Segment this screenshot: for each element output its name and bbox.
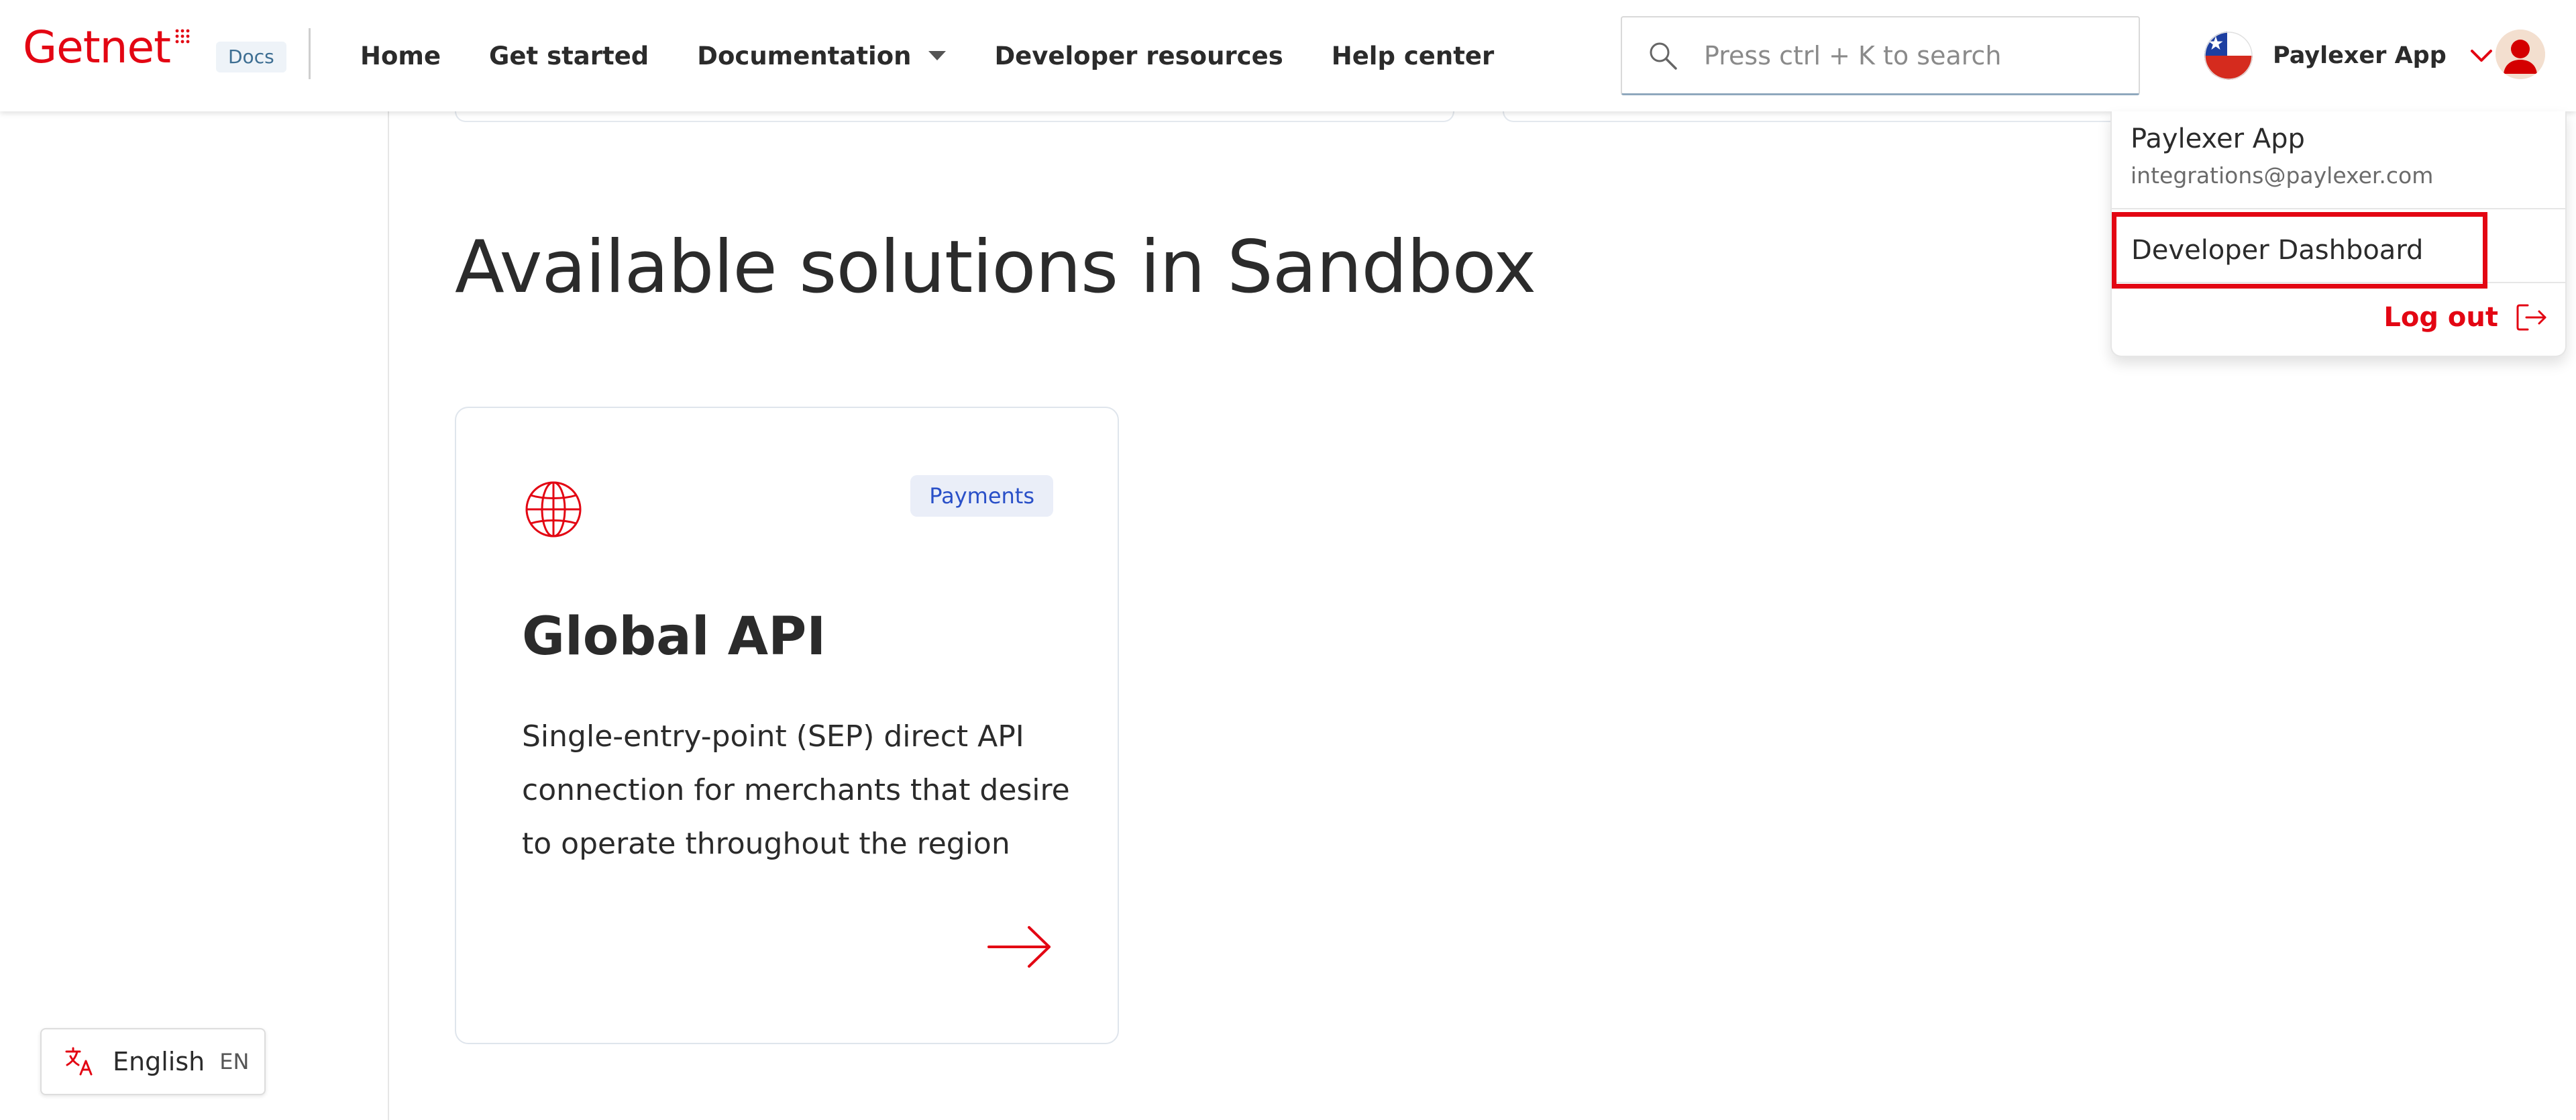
header-divider (309, 28, 311, 79)
solution-card-global-api[interactable]: Payments Global API Single-entry-point (… (455, 407, 1119, 1044)
main-nav: Home Get started Documentation Developer… (360, 0, 1542, 111)
section-title: Available solutions in Sandbox (455, 225, 1536, 309)
language-name: English (113, 1047, 205, 1076)
logo-text: Getnet (23, 21, 171, 73)
nav-documentation[interactable]: Documentation (697, 41, 947, 70)
nav-documentation-label: Documentation (697, 41, 912, 70)
logo-dots-icon (175, 29, 190, 44)
chevron-down-icon (2470, 50, 2492, 62)
language-selector[interactable]: English EN (40, 1028, 266, 1095)
getnet-logo[interactable]: Getnet (23, 26, 191, 70)
dropdown-account-email: integrations@paylexer.com (2131, 162, 2434, 189)
nav-help-center[interactable]: Help center (1332, 42, 1495, 70)
account-switcher[interactable]: Paylexer App (2204, 30, 2493, 82)
docs-badge: Docs (216, 42, 286, 72)
search-placeholder: Press ctrl + K to search (1704, 40, 2002, 70)
language-code: EN (219, 1049, 250, 1074)
search-icon (1650, 42, 1677, 70)
arrow-right-icon[interactable] (986, 923, 1053, 970)
logout-icon (2516, 304, 2546, 331)
user-avatar-icon[interactable] (2496, 30, 2545, 79)
search-input[interactable]: Press ctrl + K to search (1621, 16, 2140, 95)
card-title: Global API (522, 607, 826, 667)
logout-label: Log out (2383, 302, 2498, 333)
card-description: Single-entry-point (SEP) direct API conn… (522, 719, 1070, 861)
translate-icon (65, 1047, 93, 1076)
top-header: Getnet Docs Home Get started Documentati… (0, 0, 2576, 111)
dropdown-account-name: Paylexer App (2131, 123, 2305, 154)
sidebar (0, 111, 389, 1120)
nav-developer-resources[interactable]: Developer resources (994, 42, 1283, 70)
avatar-figure-icon (2496, 30, 2545, 79)
nav-home[interactable]: Home (360, 42, 441, 70)
logout-button[interactable]: Log out (2383, 293, 2548, 342)
flag-chile-icon (2204, 32, 2253, 80)
category-tag: Payments (910, 475, 1053, 517)
dropdown-divider (2112, 208, 2565, 209)
account-name: Paylexer App (2273, 42, 2447, 69)
developer-dashboard-link[interactable]: Developer Dashboard (2112, 212, 2487, 289)
nav-get-started[interactable]: Get started (489, 42, 649, 70)
globe-icon (525, 481, 582, 538)
account-dropdown: Paylexer App integrations@paylexer.com D… (2110, 111, 2567, 357)
caret-down-icon (928, 51, 947, 60)
